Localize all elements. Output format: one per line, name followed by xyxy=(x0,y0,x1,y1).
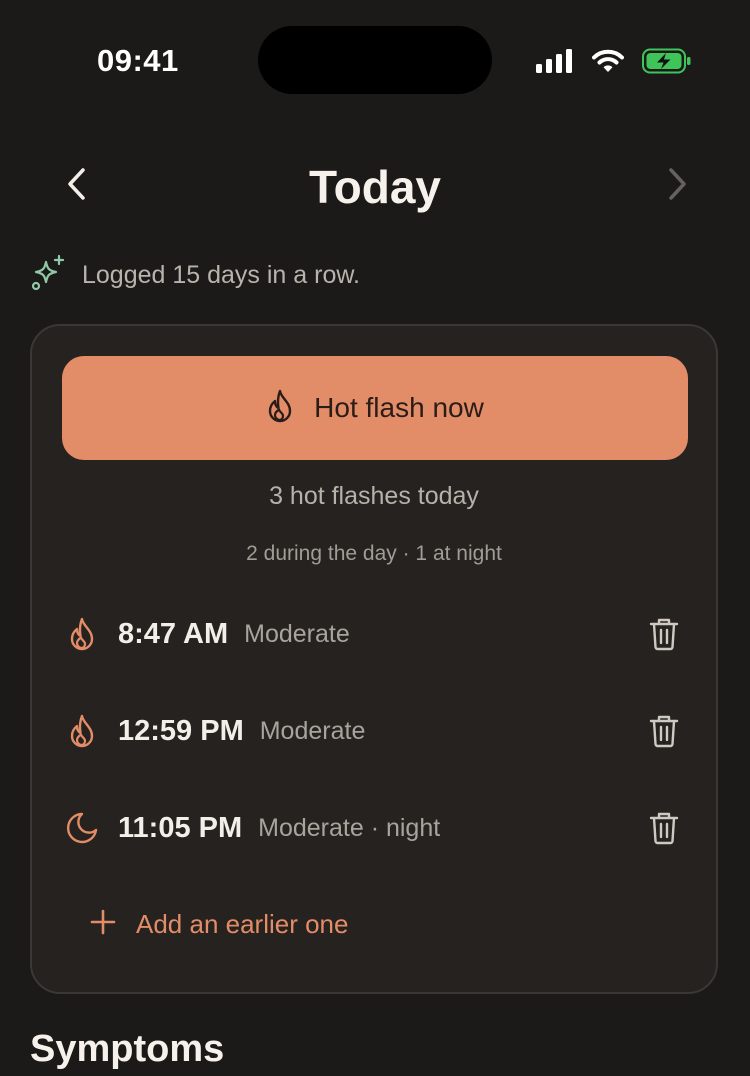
flame-icon xyxy=(266,389,294,428)
streak-text: Logged 15 days in a row. xyxy=(82,260,360,289)
trash-icon xyxy=(649,812,679,845)
streak-banner: Logged 15 days in a row. xyxy=(30,254,360,296)
hot-flash-entry[interactable]: 12:59 PM Moderate xyxy=(64,701,684,761)
hot-flash-now-button[interactable]: Hot flash now xyxy=(62,356,688,460)
hot-flash-count: 3 hot flashes today xyxy=(269,482,479,510)
delete-entry-button[interactable] xyxy=(644,808,684,848)
flame-icon xyxy=(64,616,100,652)
add-earlier-entry-button[interactable]: Add an earlier one xyxy=(90,902,348,946)
moon-icon xyxy=(64,810,100,846)
chevron-right-icon xyxy=(667,167,689,206)
trash-icon xyxy=(649,715,679,748)
battery-charging-icon xyxy=(642,48,692,74)
wifi-icon xyxy=(592,49,624,73)
hot-flash-breakdown: 2 during the day · 1 at night xyxy=(246,542,502,565)
add-earlier-label: Add an earlier one xyxy=(136,908,349,939)
symptoms-section-title: Symptoms xyxy=(30,1028,225,1070)
page-title: Today xyxy=(308,161,442,213)
entry-severity: Moderate xyxy=(259,716,366,745)
hot-flash-entry[interactable]: 8:47 AM Moderate xyxy=(64,604,684,664)
status-icons xyxy=(536,46,692,76)
entry-severity: Moderate · night xyxy=(258,813,441,842)
status-bar: 09:41 xyxy=(0,0,750,110)
hot-flash-now-label: Hot flash now xyxy=(314,392,484,423)
delete-entry-button[interactable] xyxy=(644,711,684,751)
sparkles-icon xyxy=(30,254,68,297)
next-day-button[interactable] xyxy=(654,162,702,210)
flame-icon xyxy=(64,713,100,749)
hot-flash-card: Hot flash now 3 hot flashes today 2 duri… xyxy=(30,324,718,994)
entry-time: 12:59 PM xyxy=(118,714,244,747)
dynamic-island xyxy=(258,26,492,94)
plus-icon xyxy=(90,909,116,940)
entry-time: 8:47 AM xyxy=(118,617,229,650)
cellular-signal-icon xyxy=(536,49,574,73)
delete-entry-button[interactable] xyxy=(644,614,684,654)
status-time: 09:41 xyxy=(97,43,179,78)
entry-time: 11:05 PM xyxy=(118,811,243,844)
hot-flash-entry[interactable]: 11:05 PM Moderate · night xyxy=(64,798,684,858)
trash-icon xyxy=(649,618,679,651)
entry-severity: Moderate xyxy=(244,619,350,648)
